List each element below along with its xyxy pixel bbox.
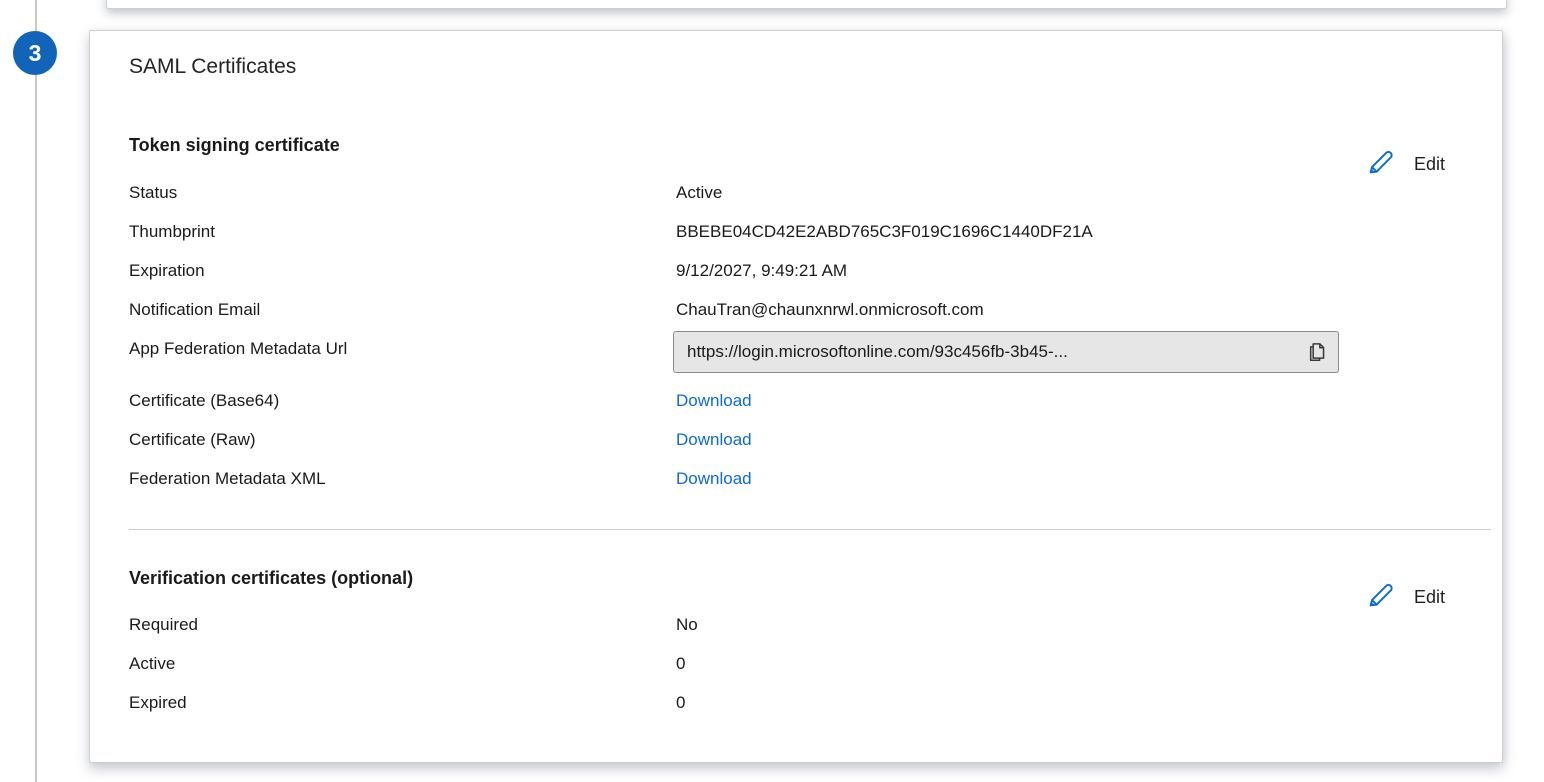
saml-sso-page: 3 SAML Certificates Token signing certif…	[0, 0, 1544, 782]
field-label: Expiration	[129, 260, 676, 299]
field-label: Expired	[129, 692, 676, 731]
field-row-federation-xml: Federation Metadata XML Download	[129, 468, 1462, 507]
download-base64-link[interactable]: Download	[676, 391, 752, 410]
field-row-thumbprint: Thumbprint BBEBE04CD42E2ABD765C3F019C169…	[129, 221, 1462, 260]
download-federation-xml-link[interactable]: Download	[676, 469, 752, 488]
field-value: 9/12/2027, 9:49:21 AM	[676, 260, 1462, 299]
field-label: App Federation Metadata Url	[129, 338, 676, 360]
field-label: Federation Metadata XML	[129, 468, 676, 507]
copy-icon	[1306, 339, 1328, 366]
download-raw-link[interactable]: Download	[676, 430, 752, 449]
previous-card-edge	[106, 0, 1507, 9]
step-number-badge: 3	[13, 31, 57, 75]
field-row-active-count: Active 0	[129, 653, 1462, 692]
field-label: Certificate (Base64)	[129, 390, 676, 429]
field-row-cert-base64: Certificate (Base64) Download	[129, 390, 1462, 429]
field-row-expiration: Expiration 9/12/2027, 9:49:21 AM	[129, 260, 1462, 299]
field-row-status: Status Active	[129, 182, 1462, 221]
copy-button[interactable]	[1302, 337, 1332, 367]
step-connector-line	[35, 0, 37, 782]
field-label: Active	[129, 653, 676, 692]
edit-label: Edit	[1414, 587, 1445, 608]
verification-heading: Verification certificates (optional)	[129, 568, 413, 589]
saml-certificates-card: SAML Certificates Token signing certific…	[89, 30, 1503, 763]
field-value: BBEBE04CD42E2ABD765C3F019C1696C1440DF21A	[676, 221, 1462, 260]
field-label: Certificate (Raw)	[129, 429, 676, 468]
verification-edit-button[interactable]: Edit	[1366, 579, 1445, 615]
token-signing-heading: Token signing certificate	[129, 135, 340, 156]
metadata-url-input[interactable]	[674, 332, 1302, 372]
pencil-icon	[1366, 579, 1397, 615]
field-value: No	[676, 614, 1462, 653]
field-row-cert-raw: Certificate (Raw) Download	[129, 429, 1462, 468]
card-title: SAML Certificates	[129, 55, 296, 79]
field-label: Notification Email	[129, 299, 676, 338]
token-signing-edit-button[interactable]: Edit	[1366, 146, 1445, 182]
field-row-required: Required No	[129, 614, 1462, 653]
field-value: 0	[676, 653, 1462, 692]
step-number: 3	[29, 40, 42, 67]
metadata-url-field	[673, 331, 1339, 373]
field-label: Required	[129, 614, 676, 653]
field-row-expired-count: Expired 0	[129, 692, 1462, 731]
field-value: Active	[676, 182, 1462, 221]
edit-label: Edit	[1414, 154, 1445, 175]
section-divider	[129, 529, 1491, 530]
field-label: Thumbprint	[129, 221, 676, 260]
field-label: Status	[129, 182, 676, 221]
pencil-icon	[1366, 146, 1397, 182]
field-value: 0	[676, 692, 1462, 731]
field-row-metadata-url: App Federation Metadata Url	[129, 338, 1462, 390]
